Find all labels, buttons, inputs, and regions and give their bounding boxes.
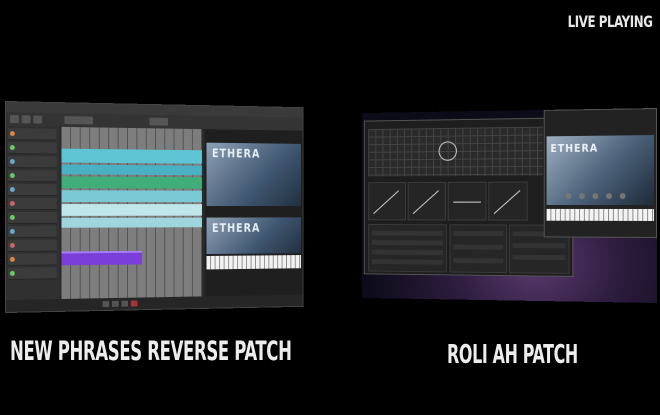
live-playing-badge: LIVE PLAYING bbox=[567, 12, 652, 31]
track-header[interactable] bbox=[8, 142, 57, 154]
knob-icon[interactable] bbox=[593, 193, 599, 199]
track-header[interactable] bbox=[8, 226, 57, 238]
plugin-title: ETHERA bbox=[212, 221, 260, 235]
parameter-row[interactable] bbox=[453, 231, 503, 236]
xy-cursor-icon[interactable] bbox=[439, 141, 457, 160]
track-list bbox=[6, 126, 60, 300]
record-icon[interactable] bbox=[10, 173, 15, 178]
instrument-artwork: ETHERA bbox=[206, 143, 300, 206]
envelope-panel[interactable] bbox=[448, 182, 487, 221]
record-icon[interactable] bbox=[10, 201, 15, 206]
track-header[interactable] bbox=[8, 156, 57, 168]
track-header[interactable] bbox=[8, 128, 57, 141]
track-header[interactable] bbox=[8, 198, 57, 210]
toolbar-button[interactable] bbox=[33, 116, 42, 124]
record-icon[interactable] bbox=[10, 271, 15, 276]
parameter-row[interactable] bbox=[453, 258, 503, 263]
track-header[interactable] bbox=[8, 267, 57, 280]
instrument-artwork: ETHERA bbox=[547, 135, 654, 205]
record-icon[interactable] bbox=[10, 145, 15, 150]
knob-icon[interactable] bbox=[579, 193, 585, 199]
parameter-panel bbox=[368, 224, 447, 272]
record-icon[interactable] bbox=[10, 229, 15, 234]
parameter-row[interactable] bbox=[453, 245, 503, 250]
parameter-panel bbox=[450, 224, 507, 273]
xy-pad[interactable] bbox=[368, 127, 543, 177]
track-header[interactable] bbox=[8, 240, 57, 252]
parameter-row[interactable] bbox=[372, 259, 443, 265]
kontakt-plugin: ETHERA ETHERA bbox=[205, 129, 303, 296]
audio-clip[interactable] bbox=[61, 218, 201, 228]
piano-keyboard[interactable] bbox=[206, 255, 300, 269]
knob-icon[interactable] bbox=[566, 193, 572, 199]
rewind-button[interactable] bbox=[103, 301, 110, 307]
record-icon[interactable] bbox=[10, 243, 15, 248]
envelope-panel[interactable] bbox=[408, 182, 446, 221]
parameter-row[interactable] bbox=[372, 250, 443, 255]
track-header[interactable] bbox=[8, 254, 57, 266]
knob-icon[interactable] bbox=[620, 193, 626, 199]
record-icon[interactable] bbox=[10, 131, 15, 136]
parameter-row[interactable] bbox=[513, 255, 566, 260]
record-icon[interactable] bbox=[10, 159, 15, 164]
daw-screen: ETHERA ETHERA bbox=[5, 101, 304, 313]
audio-clip[interactable] bbox=[61, 164, 201, 175]
envelope-panel[interactable] bbox=[368, 182, 406, 220]
toolbar-button[interactable] bbox=[10, 115, 19, 123]
track-header[interactable] bbox=[8, 170, 57, 182]
synth-editor-window bbox=[364, 117, 574, 277]
synth-screen: ETHERA bbox=[362, 108, 657, 303]
piano-keyboard[interactable] bbox=[547, 209, 654, 221]
toolbar-button[interactable] bbox=[149, 118, 168, 126]
caption-left: NEW PHRASES REVERSE PATCH bbox=[10, 336, 292, 367]
audio-clip[interactable] bbox=[61, 149, 201, 164]
record-icon[interactable] bbox=[10, 215, 15, 220]
toolbar-button[interactable] bbox=[22, 115, 31, 123]
record-button[interactable] bbox=[131, 301, 138, 307]
record-icon[interactable] bbox=[10, 187, 15, 192]
envelope-panel[interactable] bbox=[488, 182, 527, 221]
parameter-row[interactable] bbox=[513, 243, 566, 248]
audio-clip[interactable] bbox=[61, 176, 201, 188]
knob-icon[interactable] bbox=[606, 193, 612, 199]
audio-clip[interactable] bbox=[61, 204, 201, 216]
track-header[interactable] bbox=[8, 212, 57, 224]
play-button[interactable] bbox=[112, 301, 119, 307]
midi-clip[interactable] bbox=[61, 251, 142, 266]
toolbar-button[interactable] bbox=[64, 116, 93, 124]
parameter-row[interactable] bbox=[372, 231, 443, 236]
audio-clip[interactable] bbox=[61, 190, 201, 202]
plugin-title: ETHERA bbox=[212, 147, 260, 161]
caption-right: ROLI AH PATCH bbox=[447, 340, 578, 370]
arrangement-view[interactable] bbox=[61, 127, 201, 299]
record-icon[interactable] bbox=[10, 257, 15, 262]
instrument-artwork: ETHERA bbox=[206, 217, 300, 254]
parameter-row[interactable] bbox=[372, 240, 443, 245]
kontakt-plugin: ETHERA bbox=[544, 108, 657, 238]
stop-button[interactable] bbox=[121, 301, 128, 307]
plugin-title: ETHERA bbox=[550, 142, 598, 155]
track-header[interactable] bbox=[8, 184, 57, 196]
